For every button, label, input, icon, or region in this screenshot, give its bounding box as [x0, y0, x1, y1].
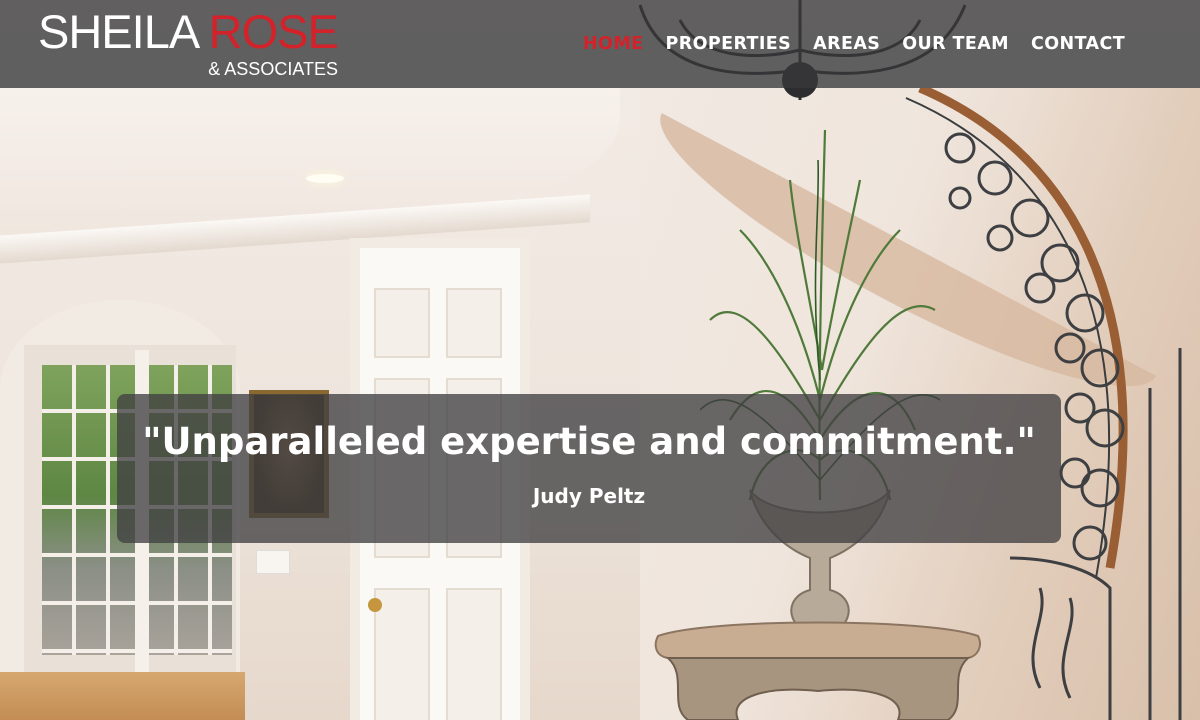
logo-subtitle: & ASSOCIATES: [208, 59, 338, 79]
floor: [0, 672, 245, 720]
hero-background: [0, 0, 1200, 720]
door-panel: [446, 588, 502, 720]
ceiling-light-icon: [306, 174, 344, 183]
main-nav: HOME PROPERTIES AREAS OUR TEAM CONTACT: [583, 30, 1125, 58]
door-knob-icon: [368, 598, 382, 612]
light-switch: [256, 550, 290, 574]
marble-table-icon: [654, 621, 981, 720]
door-panel: [374, 288, 430, 358]
nav-properties[interactable]: PROPERTIES: [666, 30, 792, 58]
logo-last-name: ROSE: [208, 5, 339, 58]
door-panel: [446, 288, 502, 358]
testimonial-quote: "Unparalleled expertise and commitment.": [142, 420, 1036, 463]
testimonial-box: "Unparalleled expertise and commitment."…: [117, 394, 1061, 543]
logo-first-name: SHEILA: [38, 5, 198, 58]
nav-home[interactable]: HOME: [583, 30, 644, 58]
testimonial-author: Judy Peltz: [532, 484, 646, 508]
nav-contact[interactable]: CONTACT: [1031, 30, 1125, 58]
door-panel: [374, 588, 430, 720]
site-header: SHEILA ROSE & ASSOCIATES HOME PROPERTIES…: [0, 0, 1200, 88]
nav-areas[interactable]: AREAS: [813, 30, 880, 58]
nav-our-team[interactable]: OUR TEAM: [902, 30, 1009, 58]
logo-wordmark: SHEILA ROSE: [38, 5, 339, 58]
brand-logo[interactable]: SHEILA ROSE & ASSOCIATES: [38, 6, 348, 84]
